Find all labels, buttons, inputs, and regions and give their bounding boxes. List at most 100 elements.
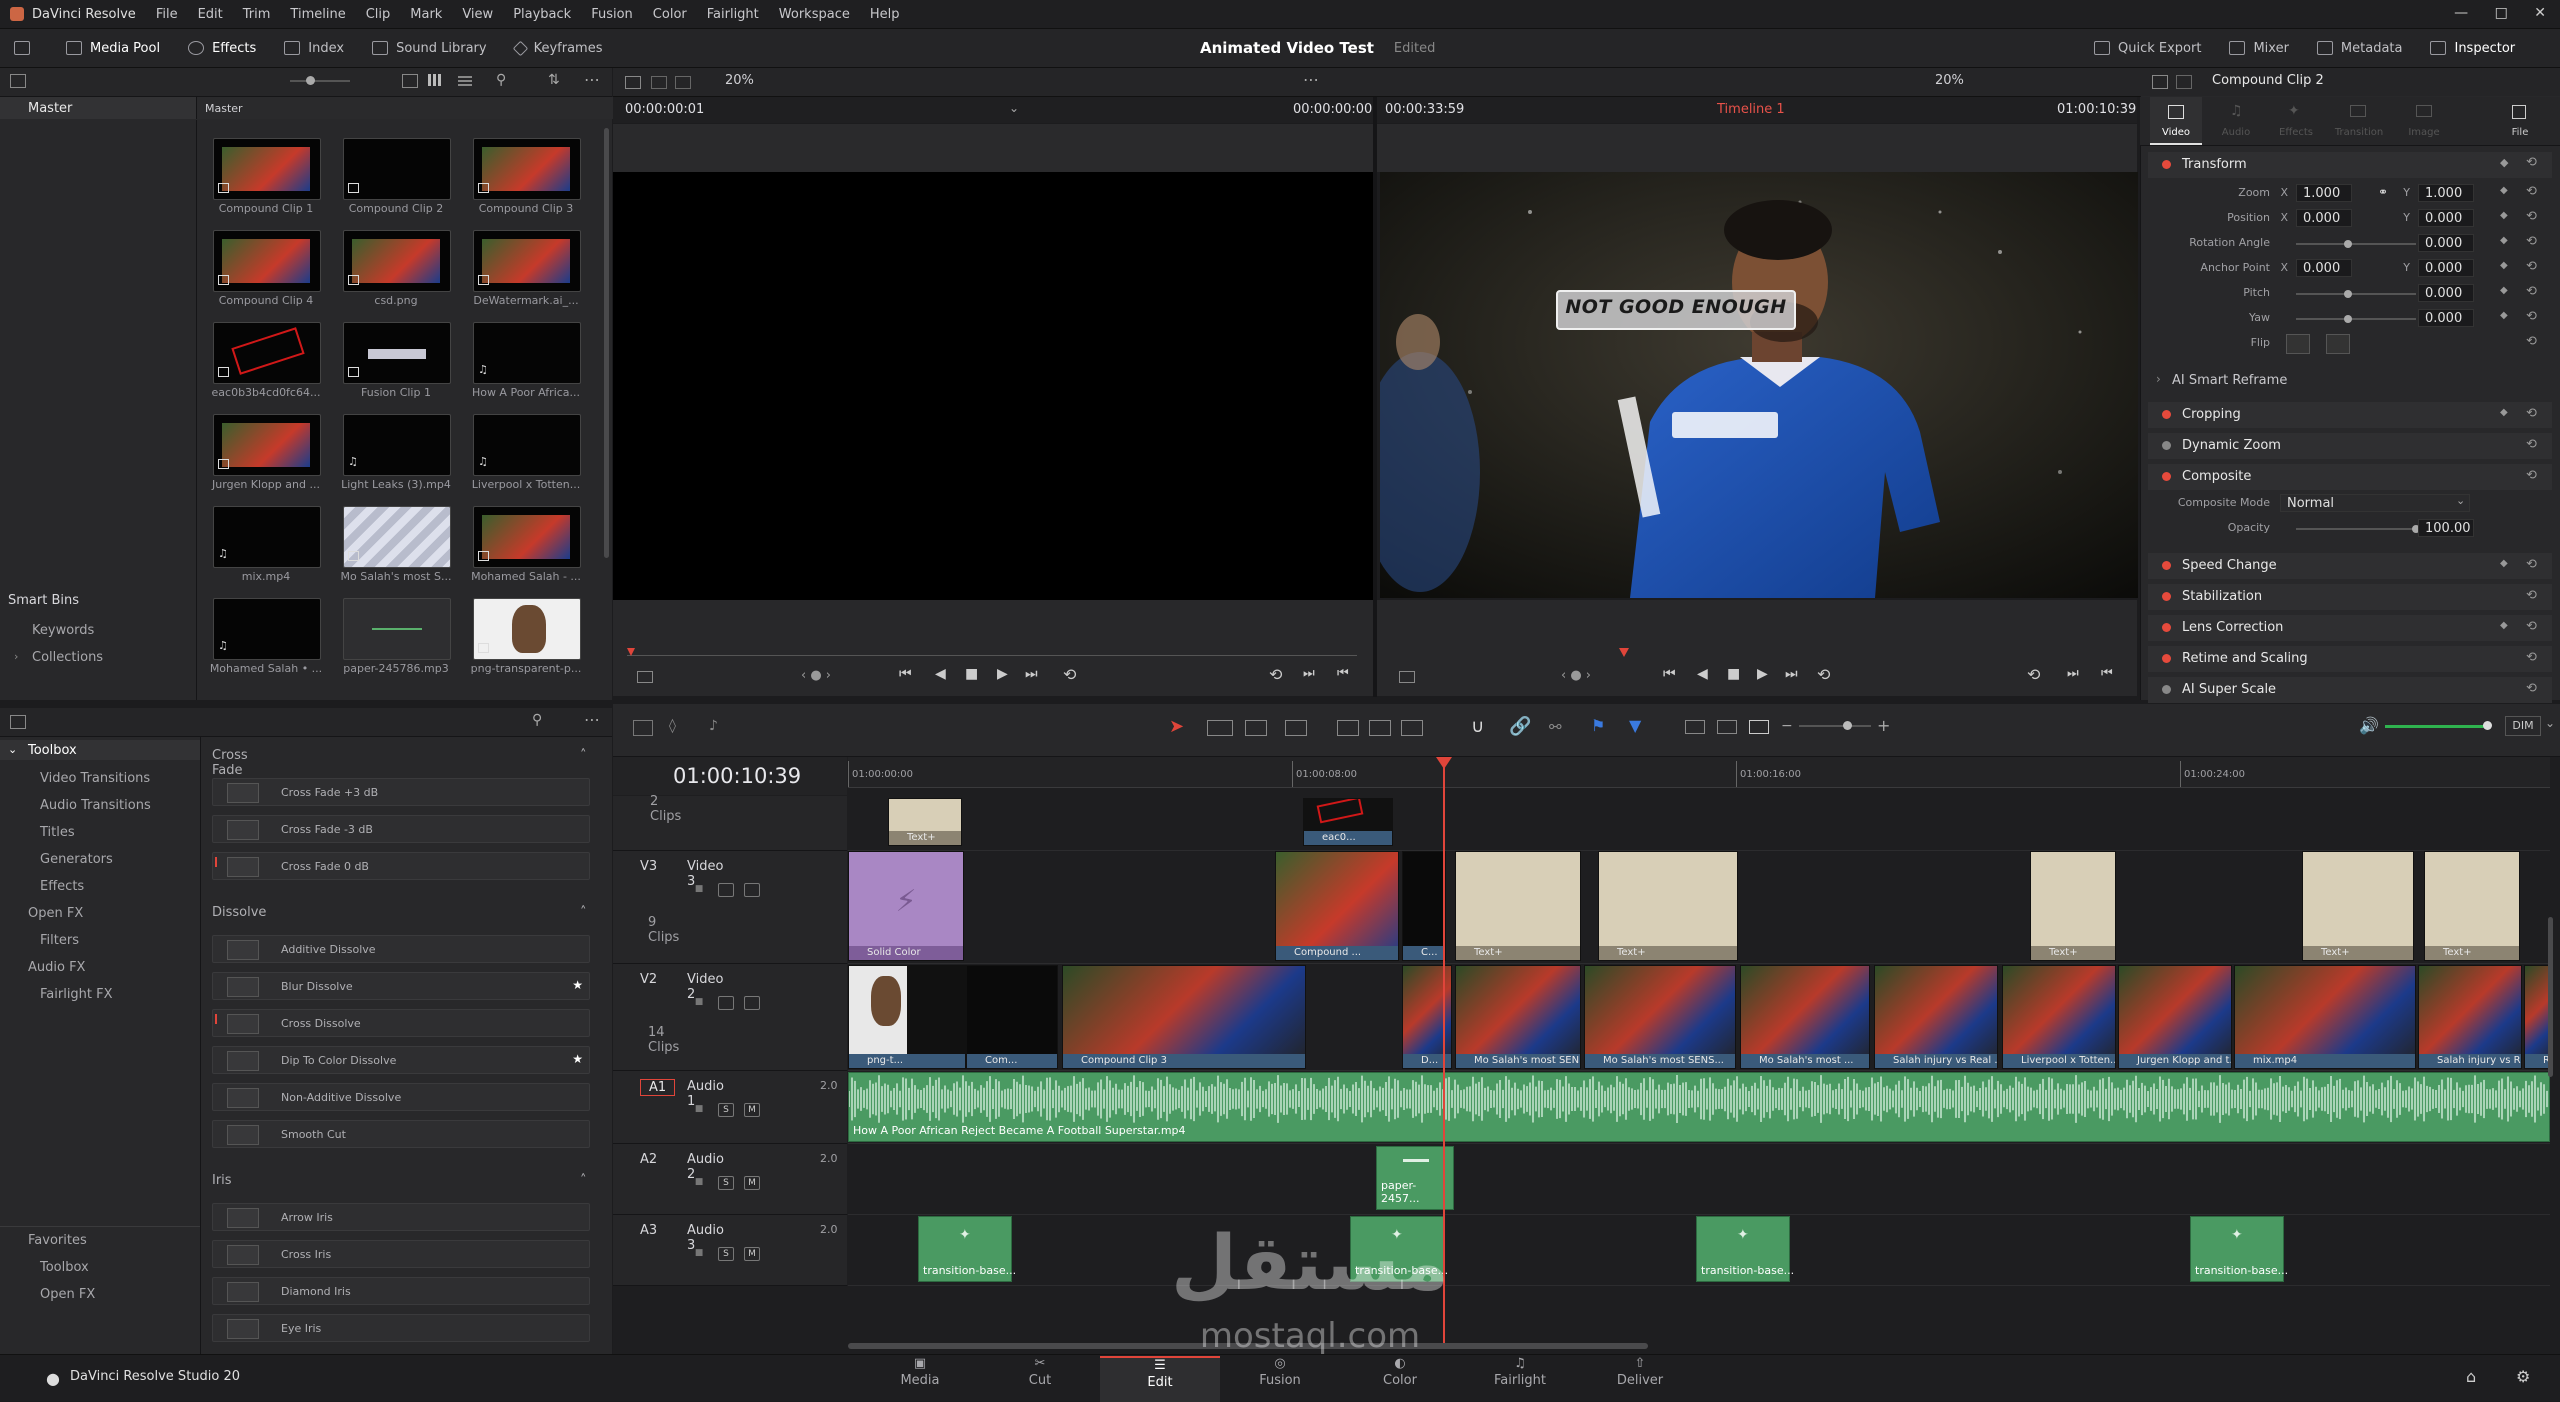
source-zoom[interactable]: 20% [725,73,754,88]
source-viewer-icon[interactable] [637,671,653,683]
transform-enable-icon[interactable] [2162,160,2171,169]
video-clip[interactable]: Com... [966,965,1058,1069]
fx-item[interactable]: Smooth Cut [212,1120,590,1148]
sound-library-button[interactable]: Sound Library [358,29,501,67]
media-thumb[interactable]: ♫ [473,322,581,384]
link-zoom-icon[interactable]: ⚭ [2378,185,2388,199]
video-clip[interactable]: ⚡ Solid Color [848,851,964,961]
tree-favorites[interactable]: Favorites [28,1233,87,1248]
opacity-field[interactable]: 100.00 [2418,519,2474,537]
overwrite-clip-icon[interactable] [1369,720,1391,736]
skip-start-icon[interactable]: ⏮ [899,666,912,682]
tree-titles[interactable]: Titles [40,825,75,840]
app-name[interactable]: DaVinci Resolve [32,7,136,22]
ai-reframe-row[interactable]: › AI Smart Reframe [2148,370,2552,392]
fx-section-title[interactable]: Dissolve [212,905,266,920]
bin-master[interactable]: Master [28,101,72,116]
tree-fairlight-fx[interactable]: Fairlight FX [40,987,113,1002]
prev-clip-icon[interactable]: ⏮ [1337,666,1349,681]
favorite-star-icon[interactable]: ★ [572,978,583,992]
media-thumb[interactable]: ♫ [213,598,321,660]
video-clip[interactable]: Mo Salah's most ... [1740,965,1870,1069]
replace-clip-icon[interactable] [1401,720,1423,736]
flag-icon[interactable]: ⚑ [1591,716,1605,735]
play-reverse-icon[interactable]: ◀ [935,666,946,682]
video-clip[interactable]: png-t... [848,965,966,1069]
param-y-field[interactable]: 1.000 [2418,184,2474,202]
media-thumb[interactable] [343,506,451,568]
inspector-section[interactable]: Lens Correction ◆ ⟲ [2148,615,2552,641]
track-id[interactable]: A1 [640,1079,676,1096]
tree-audio-fx[interactable]: Audio FX [28,960,85,975]
section-enable-icon[interactable] [2162,441,2171,450]
media-thumb[interactable]: ♫ [343,414,451,476]
loop-icon[interactable]: ⟲ [1063,665,1076,684]
jog-right-icon[interactable]: ‹ ● › [1561,668,1591,683]
audio-clip[interactable]: ✦ transition-base... [918,1216,1016,1282]
lock-icon[interactable]: ■ [692,996,706,1008]
menu-color[interactable]: Color [653,7,687,22]
menu-fairlight[interactable]: Fairlight [707,7,759,22]
index-button[interactable]: Index [270,29,358,67]
param-y-field[interactable]: 0.000 [2418,259,2474,277]
insert-clip-icon[interactable] [1337,720,1359,736]
media-pool-scrollbar[interactable] [604,128,609,558]
param-slider-knob[interactable] [2344,315,2352,323]
video-clip[interactable]: Mo Salah's most SEN... [1455,965,1581,1069]
minimize-icon[interactable]: — [2454,5,2468,21]
media-thumb[interactable] [213,322,321,384]
trim-tool-icon[interactable] [1207,720,1233,736]
favorite-star-icon[interactable]: ★ [572,1052,583,1066]
sidebar-toggle-icon[interactable] [10,74,26,88]
next-clip-icon[interactable]: ⏭ [1303,666,1315,681]
effects-button[interactable]: Effects [174,29,270,67]
menu-fusion[interactable]: Fusion [591,7,633,22]
video-clip[interactable]: Text+ [2030,851,2116,961]
video-clip[interactable]: C... [1402,851,1446,961]
dynamic-trim-icon[interactable] [1245,720,1267,736]
reset-icon[interactable]: ⟲ [2526,234,2537,249]
lock-icon[interactable]: ■ [692,1176,706,1188]
page-tab-media[interactable]: ▣ Media [860,1356,980,1388]
zoom-slider-knob[interactable] [1843,721,1852,730]
zoom-slider[interactable] [1799,725,1871,727]
keyframe-icon[interactable]: ◆ [2500,235,2508,246]
blade-tool-icon[interactable] [1285,720,1307,736]
page-tab-color[interactable]: ◐ Color [1340,1356,1460,1388]
volume-knob[interactable] [2483,721,2492,730]
video-clip[interactable]: Compound ... [1275,851,1399,961]
video-clip[interactable]: mix.mp4 [2234,965,2416,1069]
fx-item[interactable]: Cross Dissolve [212,1009,590,1037]
inspector-section[interactable]: Composite ⟲ [2148,464,2552,490]
stop-icon[interactable]: ■ [965,666,978,682]
track-visibility-icon[interactable] [744,996,760,1010]
timeline-v-scrollbar[interactable] [2548,917,2553,1077]
video-clip[interactable]: Liverpool x Totten... [2002,965,2116,1069]
media-thumb[interactable] [343,322,451,384]
inspector-button[interactable]: Inspector [2416,29,2529,67]
tl-prev-clip-icon[interactable]: ⏮ [2101,666,2113,681]
more-options-icon[interactable]: ⋯ [584,70,600,89]
opacity-slider[interactable] [2296,528,2416,530]
track-lane[interactable] [848,796,2550,851]
menu-view[interactable]: View [462,7,493,22]
tl-skip-start-icon[interactable]: ⏮ [1663,666,1676,682]
tl-stop-icon[interactable]: ■ [1727,666,1740,682]
video-clip[interactable]: Text+ [1455,851,1581,961]
solo-icon[interactable]: S [718,1247,734,1261]
reset-icon[interactable]: ⟲ [2526,681,2537,696]
media-thumb[interactable] [473,598,581,660]
page-tab-fairlight[interactable]: ♫ Fairlight [1460,1356,1580,1388]
thumb-size-slider[interactable] [290,80,350,82]
video-clip[interactable]: Salah injury vs Real ... [1874,965,1998,1069]
track-header[interactable] [613,796,847,851]
tab-transition[interactable]: Transition [2326,97,2392,145]
media-thumb[interactable]: ♫ [473,414,581,476]
menu-trim[interactable]: Trim [243,7,271,22]
param-slider[interactable] [2296,243,2416,245]
close-icon[interactable]: ✕ [2534,5,2546,21]
media-pool-button[interactable]: Media Pool [52,29,174,67]
reset-icon[interactable]: ⟲ [2526,437,2537,452]
zoom-out-icon[interactable]: − [1781,718,1793,734]
inspector-split-icon[interactable] [2176,75,2192,89]
